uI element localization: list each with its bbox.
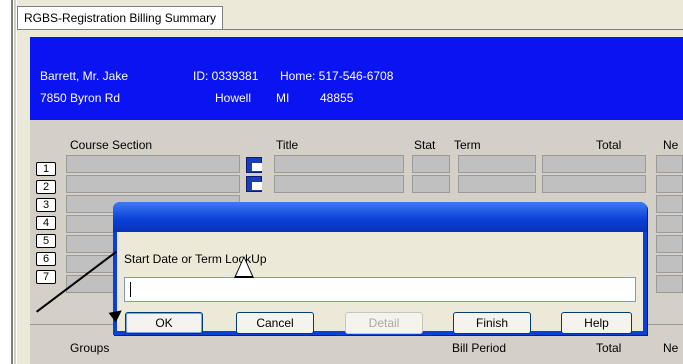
student-name: Barrett, Mr. Jake	[40, 69, 129, 83]
course-section-cell[interactable]	[66, 155, 240, 173]
start-date-input[interactable]	[124, 277, 636, 302]
street-address: 7850 Byron Rd	[40, 91, 121, 105]
total-cell[interactable]	[542, 155, 646, 173]
frame-border	[11, 0, 13, 364]
course-section-cell[interactable]	[66, 215, 116, 233]
stat-cell[interactable]	[412, 175, 450, 193]
state: MI	[276, 91, 290, 105]
tab-divider	[17, 29, 683, 30]
course-section-cell[interactable]	[66, 235, 116, 253]
student-id: ID: 0339381	[193, 69, 259, 83]
column-term: Term	[454, 138, 481, 152]
dialog-title-bar[interactable]	[113, 202, 647, 232]
ne-cell[interactable]	[656, 235, 683, 253]
column-ne: Ne	[663, 138, 679, 152]
tab-registration-billing-summary[interactable]: RGBS-Registration Billing Summary	[17, 6, 224, 30]
groups-label: Groups	[70, 341, 110, 355]
ne-cell[interactable]	[656, 255, 683, 273]
title-cell[interactable]	[274, 155, 404, 173]
row-number-button[interactable]: 2	[36, 180, 56, 194]
term-cell[interactable]	[458, 155, 536, 173]
ne-cell[interactable]	[656, 195, 683, 213]
row-number-button[interactable]: 6	[36, 252, 56, 266]
bill-period-label: Bill Period	[452, 341, 507, 355]
text-caret	[130, 282, 131, 297]
ne-cell[interactable]	[656, 155, 683, 173]
ne-label: Ne	[663, 341, 679, 355]
finish-button[interactable]: Finish	[453, 312, 531, 334]
student-header: Barrett, Mr. Jake ID: 0339381 Home: 517-…	[30, 37, 683, 120]
cancel-button[interactable]: Cancel	[236, 312, 314, 334]
column-total: Total	[596, 138, 622, 152]
home-phone: Home: 517-546-6708	[280, 69, 394, 83]
title-cell[interactable]	[274, 175, 404, 193]
ok-button[interactable]: OK	[125, 312, 203, 334]
ne-cell[interactable]	[656, 275, 683, 293]
column-course-section: Course Section	[70, 138, 153, 152]
ne-cell[interactable]	[656, 215, 683, 233]
ne-cell[interactable]	[656, 175, 683, 193]
row-number-button[interactable]: 3	[36, 198, 56, 212]
detail-button[interactable]: Detail	[345, 312, 423, 334]
total-label: Total	[596, 341, 622, 355]
city: Howell	[215, 91, 252, 105]
lookup-icon[interactable]	[246, 157, 262, 173]
lookup-icon[interactable]	[246, 176, 262, 192]
row-number-button[interactable]: 1	[36, 162, 56, 176]
course-section-cell[interactable]	[66, 175, 240, 193]
total-cell[interactable]	[542, 175, 646, 193]
zip: 48855	[320, 91, 354, 105]
frame-border	[14, 0, 16, 364]
help-button[interactable]: Help	[561, 312, 632, 334]
term-cell[interactable]	[458, 175, 536, 193]
row-number-button[interactable]: 4	[36, 216, 56, 230]
column-title: Title	[276, 138, 299, 152]
row-number-button[interactable]: 7	[36, 270, 56, 284]
column-stat: Stat	[414, 138, 436, 152]
row-number-button[interactable]: 5	[36, 234, 56, 248]
stat-cell[interactable]	[412, 155, 450, 173]
mouse-cursor-icon	[236, 258, 252, 276]
